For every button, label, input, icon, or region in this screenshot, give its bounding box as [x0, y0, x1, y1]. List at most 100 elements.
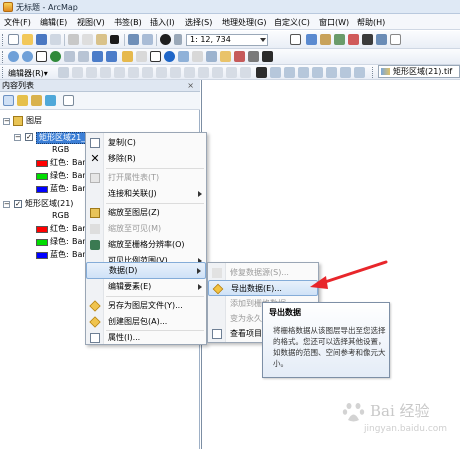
zoom-out-icon[interactable]: [22, 51, 33, 62]
scale-georef-icon[interactable]: [354, 67, 365, 78]
editor-menu-button[interactable]: 编辑器(R)▾: [8, 68, 48, 79]
menu-item-zoom-to-layer[interactable]: 缩放至图层(Z): [86, 205, 206, 221]
menu-view[interactable]: 视图(V): [77, 17, 105, 28]
control-points-icon[interactable]: [298, 67, 309, 78]
delete-icon[interactable]: [110, 35, 119, 44]
python-window-icon[interactable]: [362, 34, 373, 45]
measure-icon[interactable]: [206, 51, 217, 62]
identify-icon[interactable]: [164, 51, 175, 62]
edit-annotation-icon[interactable]: [72, 67, 83, 78]
layer1-visibility-checkbox[interactable]: ✓: [25, 133, 33, 141]
clear-selection-icon[interactable]: [136, 51, 147, 62]
menu-item-zoom-to-visible[interactable]: 缩放至可见(M): [86, 221, 206, 237]
layer2-name[interactable]: 矩形区域(21): [25, 199, 73, 209]
toolbar-grip[interactable]: [2, 34, 5, 46]
time-slider-icon[interactable]: [248, 51, 259, 62]
pan-icon[interactable]: [36, 51, 47, 62]
search-window-icon[interactable]: [334, 34, 345, 45]
cut-icon[interactable]: [68, 34, 79, 45]
paste-icon[interactable]: [96, 34, 107, 45]
arctoolbox-icon[interactable]: [348, 34, 359, 45]
toc-window-icon[interactable]: [306, 34, 317, 45]
menu-selection[interactable]: 选择(S): [185, 17, 212, 28]
create-viewer-icon[interactable]: [262, 51, 273, 62]
toc-options-icon[interactable]: [63, 95, 74, 106]
menu-item-remove[interactable]: ✕ 移除(R): [86, 151, 206, 167]
attributes-icon[interactable]: [212, 67, 223, 78]
menu-help[interactable]: 帮助(H): [357, 17, 385, 28]
toolbar-grip[interactable]: [2, 67, 5, 78]
edit-vertices-icon[interactable]: [142, 67, 153, 78]
redo-icon[interactable]: [142, 34, 153, 45]
sketch-properties-icon[interactable]: [226, 67, 237, 78]
full-extent-icon[interactable]: [50, 51, 61, 62]
menu-edit[interactable]: 编辑(E): [40, 17, 67, 28]
cut-polygons-icon[interactable]: [170, 67, 181, 78]
menu-item-copy[interactable]: 复制(C): [86, 135, 206, 151]
layers-root-label[interactable]: 图层: [26, 116, 42, 126]
link-table-icon[interactable]: [312, 67, 323, 78]
model-builder-icon[interactable]: [376, 34, 387, 45]
create-features-icon[interactable]: [240, 67, 251, 78]
select-elements-icon[interactable]: [150, 51, 161, 62]
hyperlink-icon[interactable]: [220, 51, 231, 62]
collapse-layer1-icon[interactable]: −: [14, 134, 21, 141]
menu-geoprocessing[interactable]: 地理处理(G): [222, 17, 266, 28]
binoculars-icon[interactable]: [256, 67, 267, 78]
help-icon[interactable]: [390, 34, 401, 45]
menu-item-zoom-to-raster-resolution[interactable]: 缩放至栅格分辨率(O): [86, 237, 206, 253]
map-scale-combo[interactable]: 1: 12, 734: [186, 34, 268, 46]
split-icon[interactable]: [184, 67, 195, 78]
back-extent-icon[interactable]: [92, 51, 103, 62]
fixed-zoom-in-icon[interactable]: [64, 51, 75, 62]
trace-icon[interactable]: [114, 67, 125, 78]
zoom-in-icon[interactable]: [8, 51, 19, 62]
find-route-icon[interactable]: [192, 51, 203, 62]
catalog-window-icon[interactable]: [320, 34, 331, 45]
html-popup-icon[interactable]: [234, 51, 245, 62]
menu-item-open-attribute-table[interactable]: 打开属性表(T): [86, 170, 206, 186]
toolbar-grip[interactable]: [372, 67, 375, 78]
collapse-layer2-icon[interactable]: −: [3, 201, 10, 208]
menu-item-joins-relates[interactable]: 连接和关联(J): [86, 186, 206, 202]
menu-item-save-layer-file[interactable]: 另存为图层文件(Y)...: [86, 298, 206, 314]
rotate-icon[interactable]: [198, 67, 209, 78]
straight-segment-icon[interactable]: [86, 67, 97, 78]
editor-toolbar-icon[interactable]: [290, 34, 301, 45]
georef-layer-combo[interactable]: 矩形区域(21).tif: [378, 65, 460, 78]
print-icon[interactable]: [50, 34, 61, 45]
add-data-dropdown-icon[interactable]: [174, 34, 182, 45]
layer2-visibility-checkbox[interactable]: ✓: [14, 200, 22, 208]
toolbar-grip[interactable]: [2, 51, 5, 63]
save-icon[interactable]: [36, 34, 47, 45]
list-by-source-icon[interactable]: [17, 95, 28, 106]
forward-extent-icon[interactable]: [106, 51, 117, 62]
collapse-layers-icon[interactable]: −: [3, 118, 10, 125]
georef-tool-icon[interactable]: [284, 67, 295, 78]
menu-item-properties[interactable]: 属性(I)...: [86, 330, 206, 346]
edit-tool-icon[interactable]: [58, 67, 69, 78]
georef-icon[interactable]: [270, 67, 281, 78]
copy-tool-icon[interactable]: [82, 34, 93, 45]
list-by-selection-icon[interactable]: [45, 95, 56, 106]
point-icon[interactable]: [128, 67, 139, 78]
rotate-georef-icon[interactable]: [326, 67, 337, 78]
menu-bookmarks[interactable]: 书签(B): [114, 17, 142, 28]
shift-georef-icon[interactable]: [340, 67, 351, 78]
add-data-icon[interactable]: [160, 34, 171, 45]
menu-insert[interactable]: 插入(I): [150, 17, 175, 28]
open-folder-icon[interactable]: [22, 34, 33, 45]
fixed-zoom-out-icon[interactable]: [78, 51, 89, 62]
undo-icon[interactable]: [128, 34, 139, 45]
list-by-drawing-order-icon[interactable]: [3, 95, 14, 106]
list-by-visibility-icon[interactable]: [31, 95, 42, 106]
menu-file[interactable]: 文件(F): [4, 17, 31, 28]
menu-item-create-layer-package[interactable]: 创建图层包(A)...: [86, 314, 206, 330]
end-point-arc-icon[interactable]: [100, 67, 111, 78]
chevron-down-icon[interactable]: [260, 38, 266, 42]
menu-item-data[interactable]: 数据(D): [86, 262, 206, 279]
menu-customize[interactable]: 自定义(C): [274, 17, 310, 28]
new-document-icon[interactable]: [8, 34, 19, 45]
close-icon[interactable]: ×: [187, 80, 194, 92]
reshape-icon[interactable]: [156, 67, 167, 78]
